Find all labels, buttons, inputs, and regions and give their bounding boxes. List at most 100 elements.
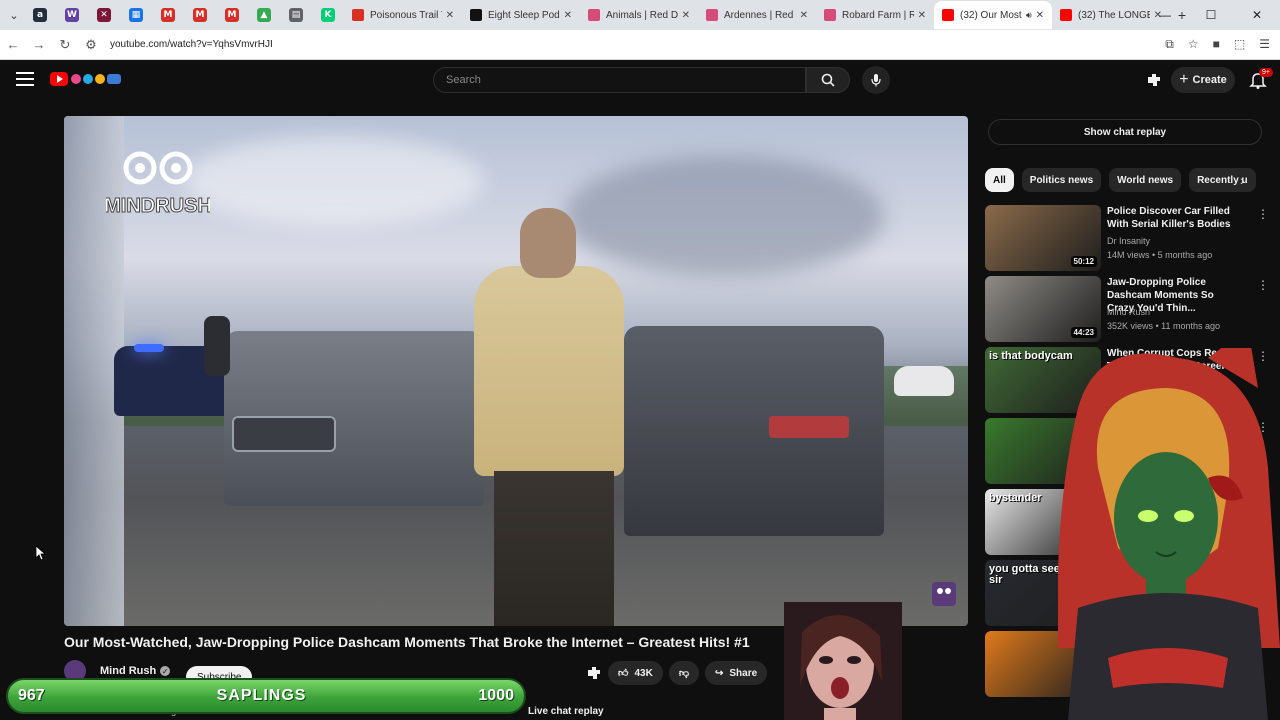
- pinned-tab[interactable]: M: [152, 1, 184, 29]
- gmail-icon: M: [225, 8, 239, 22]
- live-chat-replay-label[interactable]: Live chat replay: [528, 706, 604, 717]
- create-button[interactable]: + Create: [1171, 67, 1235, 93]
- gmail-icon: M: [193, 8, 207, 22]
- tail-light: [769, 416, 849, 438]
- pinned-tabs: a W ✕ ▦ M M M ▲ ▤ K: [24, 1, 344, 29]
- search-button[interactable]: [806, 67, 850, 93]
- video-stats: 14M views • 5 months ago: [1107, 250, 1213, 260]
- close-tab-icon[interactable]: ✕: [564, 10, 572, 21]
- app-icon: ✕: [97, 8, 111, 22]
- show-chat-replay-button[interactable]: Show chat replay: [988, 119, 1262, 145]
- back-icon[interactable]: ←: [0, 37, 26, 52]
- video-channel[interactable]: Mind Rush: [1107, 307, 1150, 317]
- amazon-icon: a: [33, 8, 47, 22]
- pinned-tab[interactable]: a: [24, 1, 56, 29]
- filter-chips: All Politics news World news Recently u: [985, 168, 1256, 192]
- watermark-text: MINDRUSH: [106, 195, 210, 217]
- video-title[interactable]: Police Discover Car Filled With Serial K…: [1107, 205, 1243, 231]
- pinned-tab[interactable]: ▤: [280, 1, 312, 29]
- create-label: Create: [1192, 74, 1227, 86]
- video-channel[interactable]: Dr Insanity: [1107, 236, 1150, 246]
- bystander: [204, 316, 230, 376]
- extension-puzzle-icon[interactable]: [1145, 71, 1163, 89]
- pinned-tab[interactable]: K: [312, 1, 344, 29]
- audio-playing-icon[interactable]: 🔊︎: [1026, 10, 1032, 21]
- browser-tab[interactable]: (32) Our Most 🔊︎ ✕: [934, 1, 1052, 29]
- pinned-tab[interactable]: ▦: [120, 1, 152, 29]
- mic-icon: [871, 74, 881, 87]
- pinned-tab[interactable]: ✕: [88, 1, 120, 29]
- sapling-current: 967: [18, 687, 45, 704]
- forward-icon[interactable]: →: [26, 37, 52, 52]
- more-options-icon[interactable]: ⋮: [1257, 207, 1269, 221]
- close-tab-icon[interactable]: ✕: [800, 10, 808, 21]
- tab-label: Ardennes | Red De: [724, 9, 796, 21]
- officer-torso: [474, 266, 624, 476]
- window-controls: — ☐ ✕: [1142, 0, 1280, 30]
- hamburger-menu-icon[interactable]: [16, 72, 34, 86]
- browser-tab[interactable]: Eight Sleep Pod | C ✕: [462, 1, 580, 29]
- install-icon[interactable]: ⧉: [1165, 37, 1174, 52]
- close-tab-icon[interactable]: ✕: [1036, 10, 1044, 21]
- video-thumbnail[interactable]: 50:12: [985, 205, 1101, 271]
- reload-icon[interactable]: ↻: [52, 37, 78, 53]
- cloud: [564, 156, 884, 276]
- url-field[interactable]: youtube.com/watch?v=YqhsVmvrHJI: [110, 39, 1165, 50]
- officer-legs: [494, 471, 614, 626]
- browser-tab[interactable]: Poisonous Trail Tre ✕: [344, 1, 462, 29]
- pinned-tab[interactable]: M: [216, 1, 248, 29]
- gmail-icon: M: [161, 8, 175, 22]
- close-window-icon[interactable]: ✕: [1234, 8, 1280, 22]
- video-title: Our Most-Watched, Jaw-Dropping Police Da…: [64, 634, 750, 650]
- close-tab-icon[interactable]: ✕: [446, 10, 454, 21]
- recommended-video[interactable]: 44:23 Jaw-Dropping Police Dashcam Moments…: [985, 276, 1269, 342]
- recommended-video[interactable]: 50:12 Police Discover Car Filled With Ser…: [985, 205, 1269, 271]
- browser-tab[interactable]: Animals | Red Dear ✕: [580, 1, 698, 29]
- filter-chip[interactable]: Politics news: [1021, 168, 1102, 192]
- chevron-right-icon[interactable]: ›: [1240, 172, 1245, 188]
- share-icon: ↪: [714, 667, 724, 679]
- pinned-tab[interactable]: ▲: [248, 1, 280, 29]
- voice-search-button[interactable]: [862, 66, 890, 94]
- video-thumbnail[interactable]: 44:23: [985, 276, 1101, 342]
- mindrush-watermark: MINDRUSH: [106, 151, 210, 218]
- tab-label: Eight Sleep Pod | C: [488, 9, 560, 21]
- dislike-button[interactable]: 👎︎: [668, 661, 699, 685]
- extension-icon[interactable]: ■: [1213, 37, 1220, 52]
- close-tab-icon[interactable]: ✕: [682, 10, 690, 21]
- browser-tab[interactable]: Robard Farm | Red ✕: [816, 1, 934, 29]
- like-button[interactable]: 👍︎ 43K: [608, 661, 663, 685]
- tab-favicon-icon: [824, 9, 836, 21]
- kickstarter-icon: K: [321, 8, 335, 22]
- puzzle-icon[interactable]: ⬚: [1234, 37, 1245, 52]
- tab-search-icon[interactable]: ⌄: [4, 5, 24, 25]
- video-stats: 352K views • 11 months ago: [1107, 321, 1221, 331]
- sapling-goal-bar: 967 SAPLINGS 1000: [6, 678, 526, 714]
- channel-watermark-icon[interactable]: [932, 582, 956, 606]
- filter-chip[interactable]: All: [985, 168, 1014, 192]
- pinned-tab[interactable]: W: [56, 1, 88, 29]
- drive-icon: ▲: [257, 8, 271, 22]
- calendar-icon: ▦: [129, 8, 143, 22]
- officer-head: [520, 208, 576, 278]
- minimize-icon[interactable]: —: [1142, 8, 1188, 22]
- search-input[interactable]: Search: [433, 67, 806, 93]
- tab-favicon-icon: [470, 9, 482, 21]
- extension-puzzle-icon[interactable]: [586, 665, 602, 681]
- more-options-icon[interactable]: ⋮: [1257, 278, 1269, 292]
- site-info-icon[interactable]: ⚙: [78, 37, 104, 53]
- close-tab-icon[interactable]: ✕: [918, 10, 926, 21]
- youtube-logo[interactable]: [50, 70, 122, 90]
- police-light: [134, 344, 164, 352]
- filter-chip[interactable]: World news: [1109, 168, 1182, 192]
- maximize-icon[interactable]: ☐: [1188, 8, 1234, 22]
- channel-name[interactable]: Mind Rush: [100, 665, 156, 677]
- filter-chip[interactable]: Recently u: [1189, 168, 1256, 192]
- verified-icon: ✓: [160, 666, 171, 676]
- video-player[interactable]: MINDRUSH: [64, 116, 968, 626]
- pinned-tab[interactable]: M: [184, 1, 216, 29]
- bookmark-star-icon[interactable]: ☆: [1188, 37, 1199, 52]
- browser-menu-icon[interactable]: ☰: [1259, 37, 1270, 52]
- browser-tab[interactable]: Ardennes | Red De ✕: [698, 1, 816, 29]
- share-button[interactable]: ↪ Share: [704, 661, 768, 685]
